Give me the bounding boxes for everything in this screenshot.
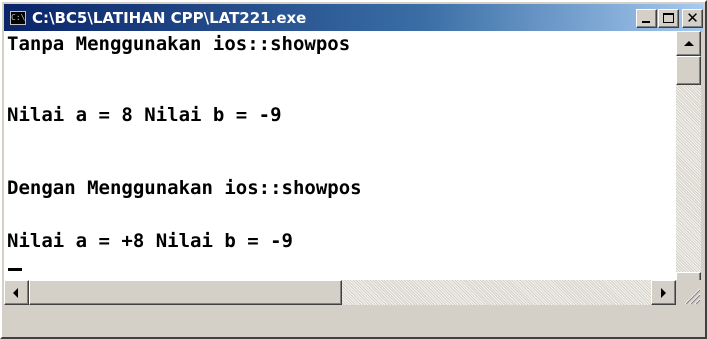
- console-line: Dengan Menggunakan ios::showpos: [7, 177, 362, 199]
- arrow-left-icon: [13, 288, 18, 298]
- horizontal-scrollbar[interactable]: [4, 280, 676, 305]
- scroll-left-button[interactable]: [4, 280, 29, 305]
- arrow-up-icon: [684, 41, 694, 46]
- arrow-right-icon: [661, 288, 666, 298]
- console-output[interactable]: Tanpa Menggunakan ios::showpos Nilai a =…: [4, 31, 676, 280]
- minimize-button[interactable]: [636, 9, 657, 28]
- console-line: Nilai a = +8 Nilai b = -9: [7, 230, 293, 252]
- window-title: C:\BC5\LATIHAN CPP\LAT221.exe: [32, 9, 307, 27]
- close-button[interactable]: ✕: [682, 9, 703, 28]
- vertical-scroll-thumb[interactable]: [676, 56, 701, 85]
- resize-grip[interactable]: [676, 280, 701, 305]
- vertical-scrollbar[interactable]: [676, 31, 701, 297]
- console-window-icon[interactable]: C:\: [10, 11, 26, 25]
- console-line: Nilai a = 8 Nilai b = -9: [7, 104, 282, 126]
- scroll-up-button[interactable]: [676, 31, 701, 56]
- horizontal-scroll-thumb[interactable]: [29, 280, 342, 305]
- scroll-right-button[interactable]: [651, 280, 676, 305]
- close-icon: ✕: [686, 9, 699, 27]
- maximize-button[interactable]: [658, 9, 679, 28]
- console-line: Tanpa Menggunakan ios::showpos: [7, 33, 351, 55]
- minimize-icon: [642, 21, 650, 23]
- title-bar[interactable]: C:\ C:\BC5\LATIHAN CPP\LAT221.exe ✕: [4, 4, 703, 32]
- maximize-icon: [663, 13, 674, 23]
- resize-grip-icon: [684, 288, 701, 305]
- text-cursor: [8, 268, 22, 271]
